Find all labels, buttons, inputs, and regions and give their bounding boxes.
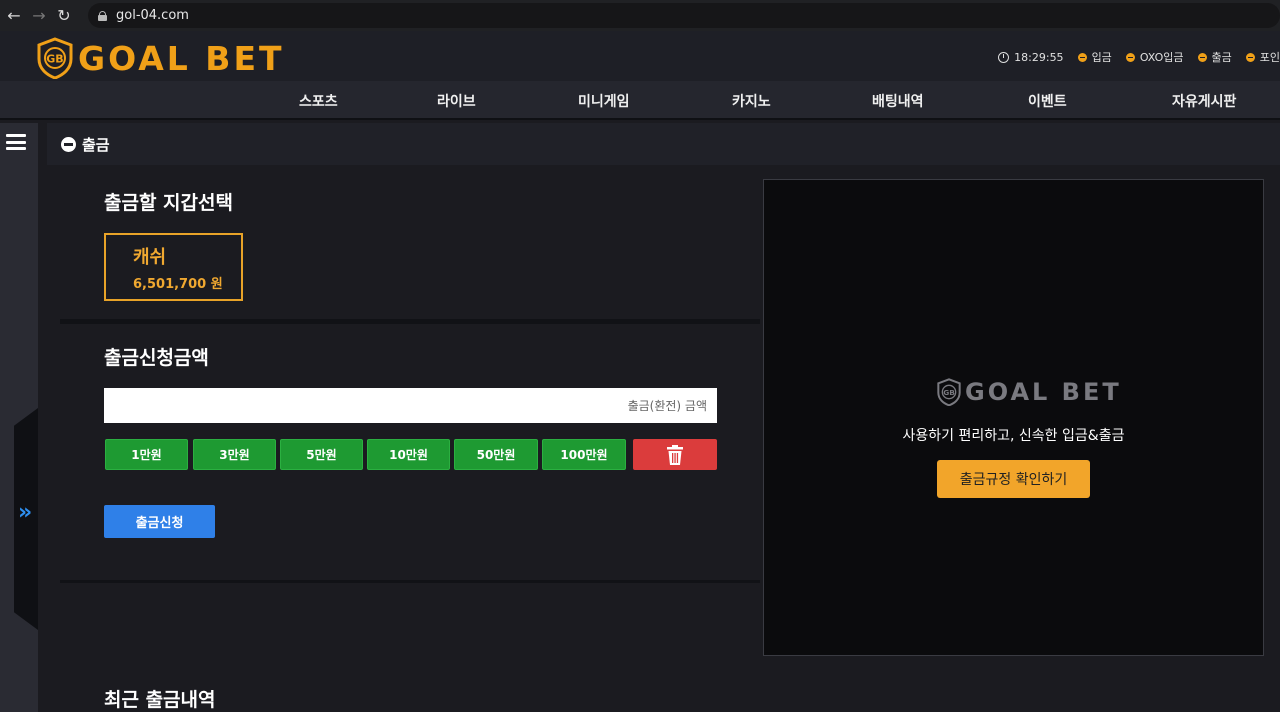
trash-icon (667, 444, 683, 465)
site-header: GB GOAL BET 18:29:55 입금 OXO입금 출금 포인 (0, 31, 1280, 81)
nav-board[interactable]: 자유게시판 (1172, 91, 1236, 111)
back-icon[interactable]: ← (3, 5, 25, 27)
minus-circle-icon (61, 136, 76, 152)
svg-text:GB: GB (943, 388, 955, 397)
logo[interactable]: GB GOAL BET (36, 37, 285, 79)
promo-description: 사용하기 편리하고, 신속한 입금&출금 (902, 428, 1125, 444)
reload-icon[interactable]: ↻ (53, 5, 75, 27)
bullet-icon (1245, 52, 1255, 62)
main-content: 출금 출금할 지갑선택 캐쉬 6,501,700 원 출금신청금액 1만원 3만… (47, 123, 1280, 712)
lock-icon (98, 10, 107, 21)
nav-bet-history[interactable]: 배팅내역 (872, 91, 924, 111)
double-chevron-right-icon[interactable]: » (18, 500, 32, 525)
oxo-deposit-link[interactable]: OXO입금 (1125, 49, 1184, 65)
wallet-card-cash[interactable]: 캐쉬 6,501,700 원 (104, 233, 243, 301)
point-link[interactable]: 포인 (1245, 49, 1280, 65)
clock: 18:29:55 (998, 50, 1064, 64)
amount-5-button[interactable]: 5만원 (280, 439, 363, 470)
amount-100-button[interactable]: 100만원 (542, 439, 626, 470)
nav-minigame[interactable]: 미니게임 (578, 91, 630, 111)
nav-casino[interactable]: 카지노 (732, 91, 771, 111)
amount-1-button[interactable]: 1만원 (105, 439, 188, 470)
logo-shield-icon: GB (937, 378, 961, 406)
promo-panel: GB GOAL BET 사용하기 편리하고, 신속한 입금&출금 출금규정 확인… (763, 179, 1264, 656)
nav-event[interactable]: 이벤트 (1028, 91, 1067, 111)
browser-toolbar: ← → ↻ gol-04.com (0, 0, 1280, 31)
amount-heading: 출금신청금액 (104, 347, 209, 369)
amount-50-button[interactable]: 50만원 (454, 439, 538, 470)
clock-icon (998, 51, 1010, 63)
nav-sports[interactable]: 스포츠 (299, 91, 338, 111)
bullet-icon (1125, 52, 1135, 62)
wallet-name: 캐쉬 (133, 247, 167, 268)
wallet-balance: 6,501,700 원 (133, 277, 223, 292)
promo-logo: GB GOAL BET (936, 378, 1122, 406)
deposit-link[interactable]: 입금 (1077, 49, 1112, 65)
wallet-heading: 출금할 지갑선택 (104, 192, 233, 214)
withdraw-submit-button[interactable]: 출금신청 (104, 505, 215, 538)
main-nav: 스포츠 라이브 미니게임 카지노 배팅내역 이벤트 자유게시판 (0, 81, 1280, 120)
logo-shield-icon: GB (37, 37, 73, 79)
amount-10-button[interactable]: 10만원 (367, 439, 450, 470)
header-links: 18:29:55 입금 OXO입금 출금 포인 (984, 49, 1280, 65)
page-title-bar: 출금 (47, 123, 1280, 165)
withdraw-link[interactable]: 출금 (1197, 49, 1232, 65)
logo-text: GOAL BET (78, 38, 285, 78)
promo-logo-text: GOAL BET (965, 378, 1122, 406)
divider (60, 580, 760, 583)
clear-amount-button[interactable] (633, 439, 717, 470)
current-time: 18:29:55 (1014, 50, 1064, 64)
address-bar[interactable]: gol-04.com (88, 3, 1280, 28)
menu-icon[interactable] (6, 134, 26, 150)
history-heading: 최근 출금내역 (104, 689, 216, 711)
url-text: gol-04.com (116, 8, 189, 23)
svg-text:GB: GB (46, 53, 63, 66)
amount-3-button[interactable]: 3만원 (193, 439, 276, 470)
nav-live[interactable]: 라이브 (437, 91, 476, 111)
left-sidebar (0, 123, 38, 712)
forward-icon[interactable]: → (28, 5, 50, 27)
divider (60, 319, 760, 324)
withdraw-form: 출금할 지갑선택 캐쉬 6,501,700 원 출금신청금액 1만원 3만원 5… (60, 165, 760, 712)
bullet-icon (1197, 52, 1207, 62)
page-title: 출금 (82, 135, 110, 154)
amount-input[interactable] (104, 388, 717, 423)
withdraw-rules-button[interactable]: 출금규정 확인하기 (937, 460, 1090, 498)
bullet-icon (1077, 52, 1087, 62)
